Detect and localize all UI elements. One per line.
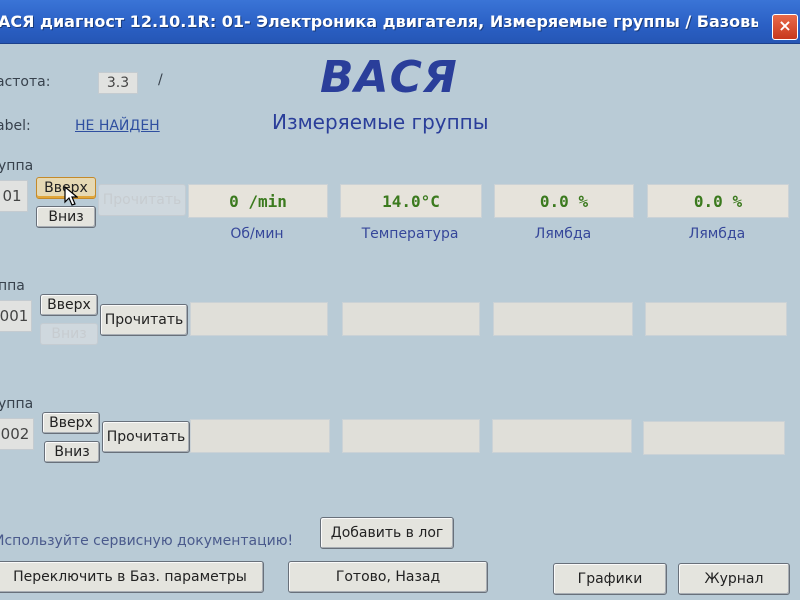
group-3-value-1 — [190, 419, 330, 453]
frequency-separator: / — [158, 72, 163, 88]
group-2-label: ппа — [0, 278, 25, 294]
switch-basic-params-button[interactable]: Переключить в Баз. параметры — [0, 561, 264, 593]
group-2-value-4 — [645, 302, 787, 336]
group-3-read-button[interactable]: Прочитать — [102, 421, 190, 453]
group-1-down-button[interactable]: Вниз — [36, 206, 96, 228]
done-back-button[interactable]: Готово, Назад — [288, 561, 488, 593]
group-2-value-3 — [493, 302, 633, 336]
group-2-value-2 — [342, 302, 480, 336]
screen-title: Измеряемые группы — [272, 110, 489, 134]
group-3-value-2 — [342, 419, 480, 453]
frequency-value: 3.3 — [98, 72, 138, 94]
group-2-number[interactable]: 001 — [0, 300, 32, 332]
group-2-down-button[interactable]: Вниз — [40, 323, 98, 345]
app-logo-title: ВАСЯ — [320, 52, 458, 103]
group-3-down-button[interactable]: Вниз — [44, 441, 100, 463]
group-2-up-button[interactable]: Вверх — [40, 294, 98, 316]
group-1-value-2: 14.0°C — [340, 184, 482, 218]
label-file-link[interactable]: НЕ НАЙДЕН — [75, 118, 160, 134]
group-1-unit-2: Температура — [361, 226, 459, 242]
group-3-number[interactable]: 002 — [0, 418, 34, 450]
group-1-unit-3: Лямбда — [534, 226, 592, 242]
group-1-number[interactable]: 01 — [0, 180, 28, 212]
label-file-label: abel: — [0, 118, 31, 134]
group-1-unit-4: Лямбда — [688, 226, 746, 242]
graphs-button[interactable]: Графики — [553, 563, 667, 595]
group-1-label: уппа — [0, 158, 34, 174]
service-doc-hint: Используйте сервисную документацию! — [0, 533, 294, 549]
close-button[interactable]: × — [772, 14, 798, 40]
group-1-value-1: 0 /min — [188, 184, 328, 218]
group-3-up-button[interactable]: Вверх — [42, 412, 100, 434]
add-to-log-button[interactable]: Добавить в лог — [320, 517, 454, 549]
window-title: АСЯ диагност 12.10.1R: 01- Электроника д… — [0, 12, 758, 31]
journal-button[interactable]: Журнал — [678, 563, 790, 595]
group-2-read-button[interactable]: Прочитать — [100, 304, 188, 336]
group-1-value-4: 0.0 % — [647, 184, 789, 218]
group-1-unit-1: Об/мин — [230, 226, 284, 242]
group-3-value-4 — [643, 421, 785, 455]
group-2-value-1 — [190, 302, 328, 336]
group-3-label: уппа — [0, 396, 34, 412]
frequency-label: астота: — [0, 74, 51, 90]
group-1-read-button[interactable]: Прочитать — [98, 184, 186, 216]
mouse-cursor-icon — [64, 186, 78, 206]
title-bar: АСЯ диагност 12.10.1R: 01- Электроника д… — [0, 0, 800, 44]
group-3-value-3 — [492, 419, 632, 453]
group-1-value-3: 0.0 % — [494, 184, 634, 218]
